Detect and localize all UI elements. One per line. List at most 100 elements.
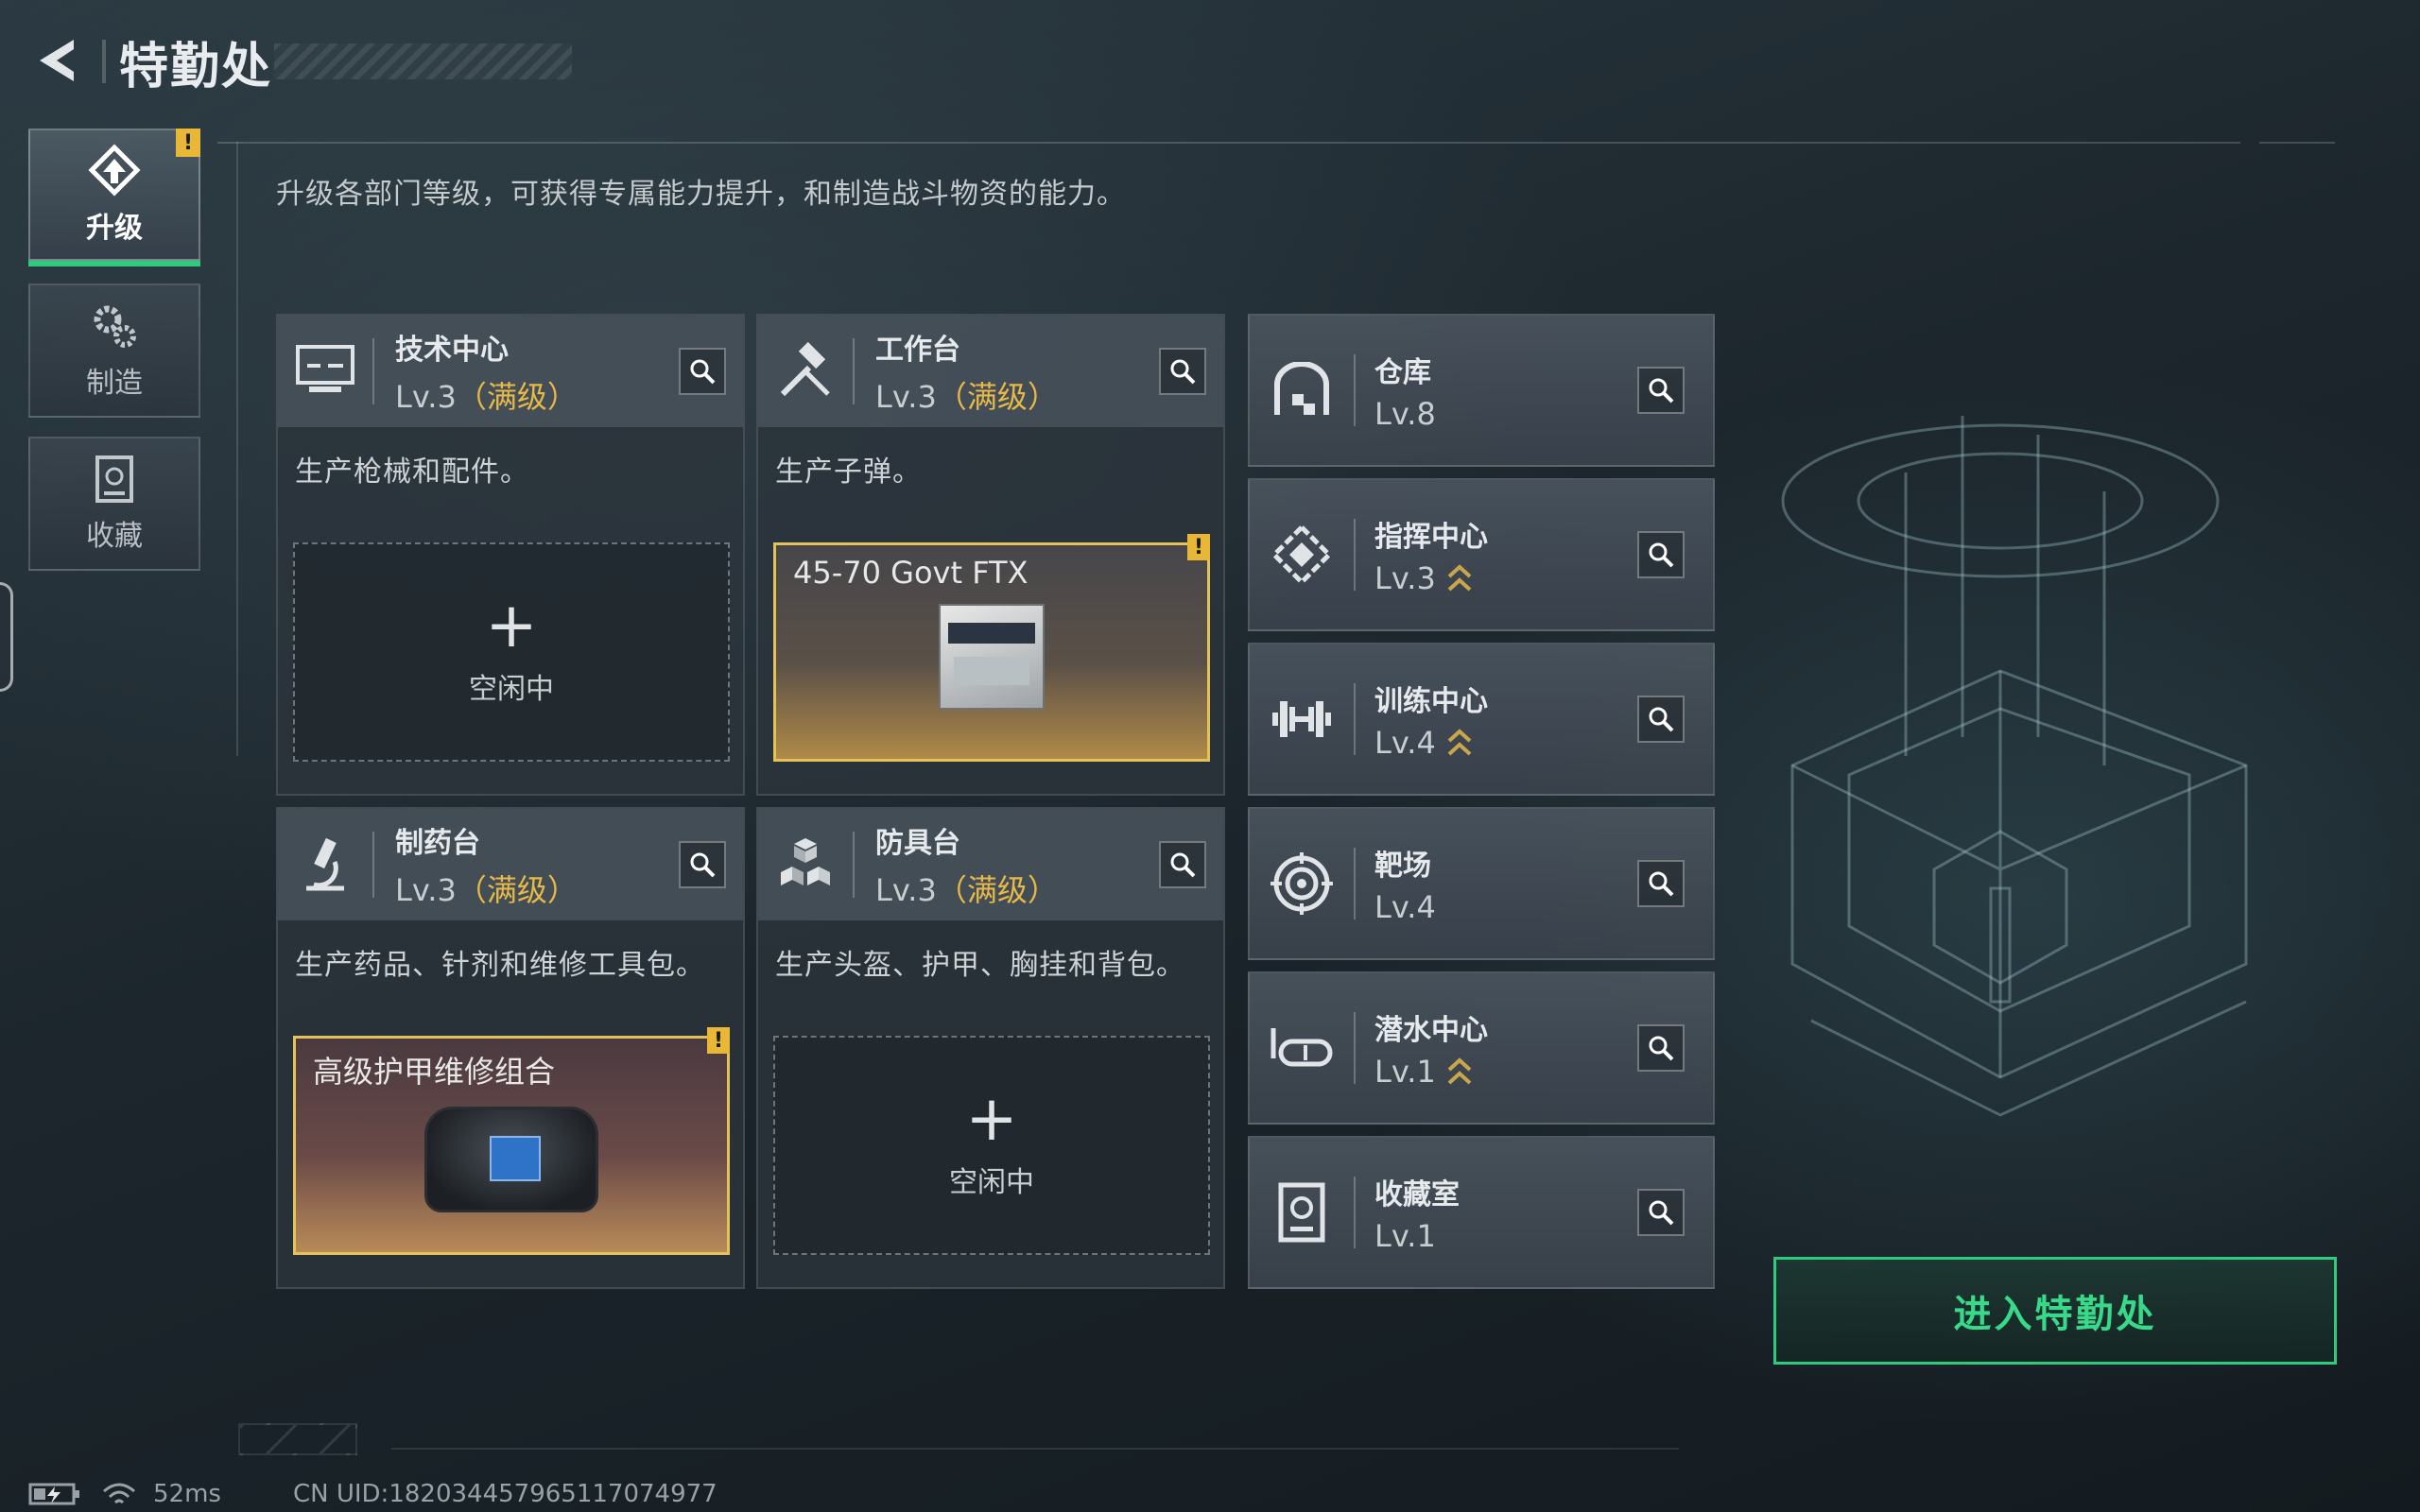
search-icon <box>1170 852 1196 878</box>
crafting-item-name: 45-70 Govt FTX <box>793 555 1028 591</box>
facility-level: Lv.1 <box>1374 1218 1436 1254</box>
inspect-button[interactable] <box>1637 367 1685 414</box>
cubes-icon <box>758 809 853 920</box>
inspect-button[interactable] <box>1637 1189 1685 1236</box>
inspect-button[interactable] <box>1637 531 1685 578</box>
alert-badge: ! <box>176 129 200 157</box>
facility-name: 收藏室 <box>1374 1178 1460 1211</box>
drawer-handle[interactable] <box>0 582 13 692</box>
search-icon <box>1649 1036 1674 1061</box>
target-icon <box>1250 807 1354 960</box>
title-decoration <box>274 43 572 79</box>
tab-craft[interactable]: 制造 <box>28 284 200 418</box>
production-slot-crafting[interactable]: 高级护甲维修组合 ! <box>293 1027 730 1255</box>
facility-level: Lv.3 <box>1374 560 1488 596</box>
tab-upgrade-label: 升级 <box>86 212 143 245</box>
tab-craft-label: 制造 <box>86 367 143 400</box>
content-divider <box>236 142 238 756</box>
search-icon <box>1649 1200 1674 1226</box>
search-icon <box>1649 542 1674 568</box>
ping-value: 52ms <box>153 1480 221 1508</box>
search-icon <box>1649 378 1674 404</box>
facility-level: Lv.4 <box>1374 889 1436 925</box>
search-icon <box>1649 707 1674 732</box>
enter-special-ops-button[interactable]: 进入特勤处 <box>1773 1257 2337 1365</box>
search-icon <box>1170 359 1196 385</box>
facility-row-shooting-range[interactable]: 靶场 Lv.4 <box>1248 807 1715 960</box>
alert-badge: ! <box>1187 534 1210 560</box>
page-subtitle: 升级各部门等级，可获得专属能力提升，和制造战斗物资的能力。 <box>276 178 1126 211</box>
plus-icon: + <box>485 589 538 662</box>
back-button[interactable] <box>26 32 83 89</box>
command-diamond-icon <box>1250 478 1354 631</box>
production-slot-idle[interactable]: + 空闲中 <box>293 542 730 762</box>
card-header: 防具台 Lv.3（满级） <box>758 809 1223 920</box>
hammer-wrench-icon <box>758 316 853 427</box>
upgrade-available-icon <box>1447 1057 1472 1085</box>
trophy-case-icon <box>1250 1136 1354 1289</box>
department-level: Lv.3（满级） <box>875 872 1058 908</box>
department-level: Lv.3（满级） <box>875 379 1058 415</box>
trophy-case-icon <box>95 455 133 503</box>
facility-row-diving-center[interactable]: 潜水中心 Lv.1 <box>1248 971 1715 1125</box>
production-slot-idle[interactable]: + 空闲中 <box>773 1036 1210 1255</box>
facility-row-command-center[interactable]: 指挥中心 Lv.3 <box>1248 478 1715 631</box>
card-header: 制药台 Lv.3（满级） <box>278 809 743 920</box>
department-name: 制药台 <box>395 827 480 860</box>
facility-row-collection-room[interactable]: 收藏室 Lv.1 <box>1248 1136 1715 1289</box>
department-name: 工作台 <box>875 334 960 367</box>
tab-collection[interactable]: 收藏 <box>28 437 200 571</box>
facility-name: 训练中心 <box>1374 685 1488 718</box>
facility-row-training-center[interactable]: 训练中心 Lv.4 <box>1248 643 1715 796</box>
department-description: 生产药品、针剂和维修工具包。 <box>295 949 705 982</box>
computer-icon <box>278 316 372 427</box>
facility-level: Lv.1 <box>1374 1054 1488 1090</box>
status-bar: 52ms CN UID:1820344579651170749​77 <box>28 1480 717 1508</box>
alert-badge: ! <box>707 1027 730 1054</box>
department-description: 生产子弹。 <box>775 455 922 489</box>
facility-level: Lv.4 <box>1374 725 1488 761</box>
user-uid: CN UID:1820344579651170749​77 <box>292 1480 717 1508</box>
department-level: Lv.3（满级） <box>395 379 578 415</box>
upgrade-available-icon <box>1447 564 1472 592</box>
back-arrow-icon <box>40 40 74 81</box>
facility-name: 潜水中心 <box>1374 1014 1488 1047</box>
upgrade-icon <box>88 144 141 197</box>
slot-status: 空闲中 <box>469 673 554 706</box>
search-icon <box>1649 871 1674 897</box>
inspect-button[interactable] <box>679 348 726 395</box>
department-level: Lv.3（满级） <box>395 872 578 908</box>
warehouse-icon <box>1250 314 1354 467</box>
department-card-workbench: 工作台 Lv.3（满级） 生产子弹。 45-70 Govt FTX ! <box>756 314 1225 796</box>
diving-mask-icon <box>1250 971 1354 1125</box>
wifi-icon <box>103 1483 135 1504</box>
inspect-button[interactable] <box>679 841 726 888</box>
department-description: 生产枪械和配件。 <box>295 455 529 489</box>
inspect-button[interactable] <box>1159 348 1206 395</box>
inspect-button[interactable] <box>1637 696 1685 743</box>
department-description: 生产头盔、护甲、胸挂和背包。 <box>775 949 1185 982</box>
card-header: 工作台 Lv.3（满级） <box>758 316 1223 427</box>
gears-icon <box>94 305 136 348</box>
department-card-armory: 防具台 Lv.3（满级） 生产头盔、护甲、胸挂和背包。 + 空闲中 <box>756 807 1225 1289</box>
slot-status: 空闲中 <box>949 1166 1034 1199</box>
production-slot-crafting[interactable]: 45-70 Govt FTX ! <box>773 534 1210 762</box>
facility-blueprint-illustration <box>1781 416 2248 1117</box>
upgrade-available-icon <box>1447 729 1472 756</box>
microscope-icon <box>278 809 372 920</box>
crafting-item-name: 高级护甲维修组合 <box>313 1054 556 1090</box>
tab-upgrade[interactable]: 升级 ! <box>28 129 200 266</box>
page-title: 特勤处 <box>119 38 273 95</box>
footer-ornament <box>238 1423 357 1455</box>
dumbbell-icon <box>1250 643 1354 796</box>
plus-icon: + <box>965 1082 1018 1155</box>
facility-name: 仓库 <box>1374 356 1431 389</box>
footer-divider <box>391 1448 1679 1450</box>
inspect-button[interactable] <box>1637 1024 1685 1072</box>
tab-collection-label: 收藏 <box>86 520 143 553</box>
card-header: 技术中心 Lv.3（满级） <box>278 316 743 427</box>
inspect-button[interactable] <box>1637 860 1685 907</box>
facility-row-warehouse[interactable]: 仓库 Lv.8 <box>1248 314 1715 467</box>
ammo-box-image <box>939 604 1045 710</box>
inspect-button[interactable] <box>1159 841 1206 888</box>
